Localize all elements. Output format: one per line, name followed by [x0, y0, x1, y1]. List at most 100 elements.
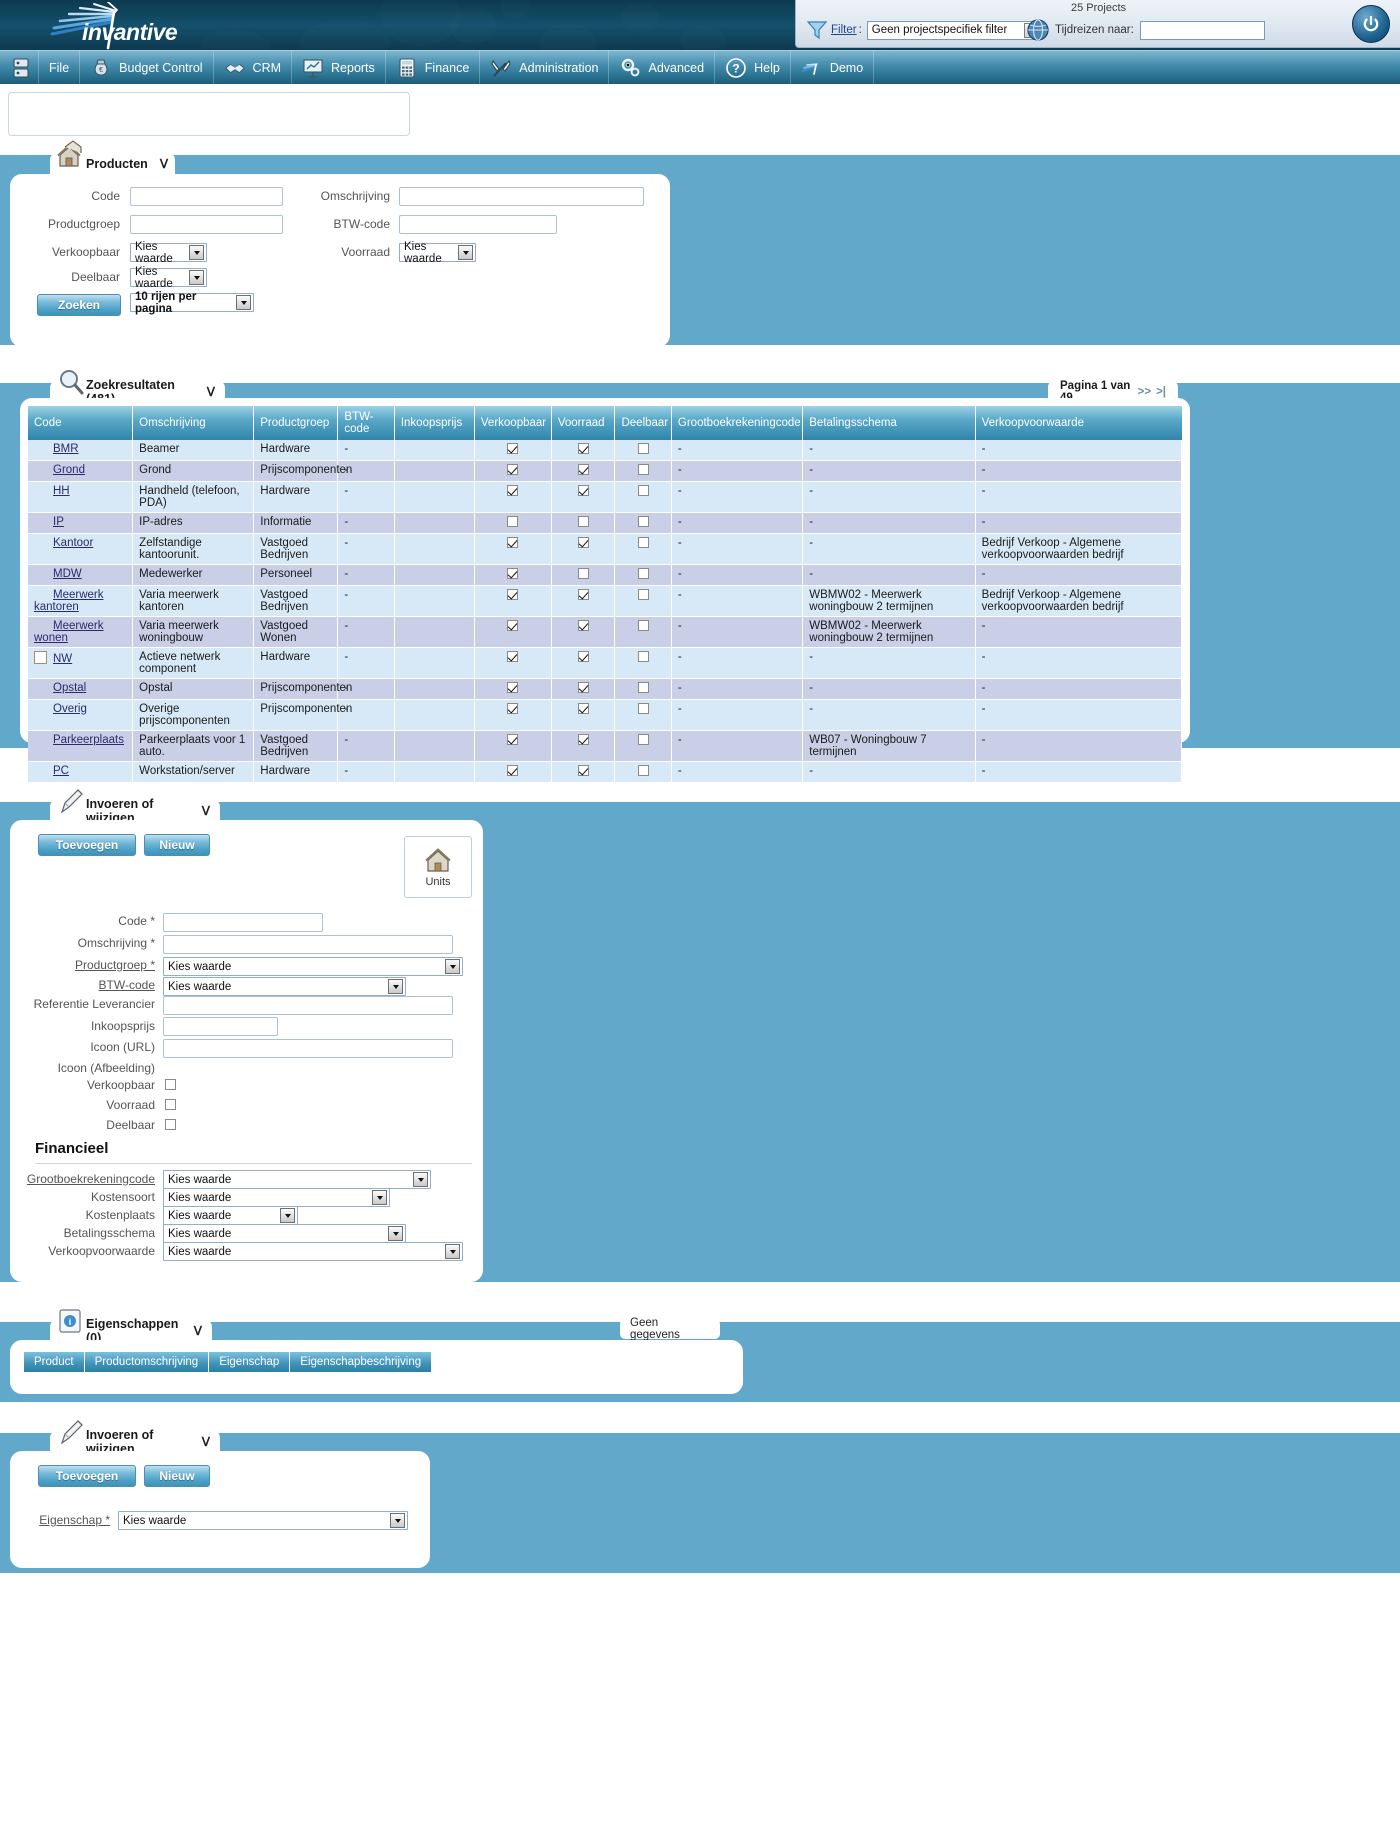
new-button[interactable]: Nieuw [144, 1465, 210, 1487]
code-link[interactable]: BMR [53, 443, 79, 455]
chevron-down-icon[interactable] [189, 270, 204, 285]
cell-code[interactable]: Kantoor [28, 533, 134, 565]
menu-item-help[interactable]: ? Help [715, 50, 791, 85]
chevron-up-icon[interactable]: ᐯ [207, 385, 215, 399]
code-link[interactable]: Opstal [53, 682, 86, 694]
column-header-deelbaar[interactable]: Deelbaar [614, 406, 672, 440]
table-row[interactable]: Grond Grond Prijscomponenten - - - - [28, 460, 1183, 482]
column-header-productgroep[interactable]: Productgroep [253, 406, 339, 440]
eigenschap-select[interactable]: Kies waarde [118, 1511, 408, 1530]
menu-item-home[interactable] [0, 50, 39, 85]
add-button[interactable]: Toevoegen [38, 834, 136, 856]
menu-item-budget-control[interactable]: € Budget Control [80, 50, 214, 85]
new-button[interactable]: Nieuw [144, 834, 210, 856]
chevron-down-icon[interactable] [458, 245, 473, 260]
cell-code[interactable]: Overig [28, 699, 134, 731]
btw-label[interactable]: BTW-code [10, 978, 155, 992]
icoon-url-input[interactable] [163, 1039, 453, 1058]
code-link[interactable]: Overig [53, 703, 87, 715]
code-link[interactable]: Grond [53, 464, 85, 476]
column-header-verkoopbaar[interactable]: Verkoopbaar [474, 406, 552, 440]
cell-code[interactable]: Meerwerk wonen [28, 616, 134, 648]
grootboek-label[interactable]: Grootboekrekeningcode [10, 1172, 155, 1186]
table-row[interactable]: PC Workstation/server Hardware - - - - [28, 761, 1183, 783]
menu-item-reports[interactable]: Reports [292, 50, 386, 85]
column-header-omschrijving[interactable]: Omschrijving [132, 406, 255, 440]
chevron-down-icon[interactable] [189, 245, 204, 260]
btw-select[interactable]: Kies waarde [163, 977, 406, 996]
verkoopbaar-select[interactable]: Kies waarde [130, 241, 207, 265]
chevron-down-icon[interactable] [445, 959, 460, 974]
menu-item-advanced[interactable]: Advanced [609, 50, 716, 85]
units-button[interactable]: Units [404, 836, 472, 898]
property-tab-eigenschap[interactable]: Eigenschap [209, 1352, 291, 1372]
project-filter-select[interactable]: Geen projectspecifiek filter [866, 20, 1042, 40]
filter-link[interactable]: Filter [831, 24, 857, 36]
code-input[interactable] [163, 913, 323, 932]
table-row[interactable]: IP IP-adres Informatie - - - - [28, 512, 1183, 534]
voorraad-select[interactable]: Kies waarde [399, 241, 476, 265]
table-row[interactable]: BMR Beamer Hardware - - - - [28, 440, 1183, 461]
productgroep-input[interactable] [130, 215, 283, 234]
table-row[interactable]: MDW Medewerker Personeel - - - - [28, 564, 1183, 586]
menu-item-crm[interactable]: CRM [214, 50, 293, 85]
code-link[interactable]: NW [53, 653, 72, 665]
grootboek-select[interactable]: Kies waarde [163, 1170, 431, 1189]
productgroep-label[interactable]: Productgroep * [10, 958, 155, 972]
table-row[interactable]: Meerwerk wonen Varia meerwerk woningbouw V… [28, 616, 1183, 648]
search-panel-tab[interactable]: Producten ᐯ [50, 140, 175, 176]
code-link[interactable]: Meerwerk kantoren [34, 589, 103, 613]
table-row[interactable]: Opstal Opstal Prijscomponenten - - - - [28, 678, 1183, 700]
column-header-grootboekrekeningcode[interactable]: Grootboekrekeningcode [671, 406, 804, 440]
chevron-down-icon[interactable] [445, 1244, 460, 1259]
chevron-up-icon[interactable]: ᐯ [194, 1324, 202, 1338]
deelbaar-select[interactable]: Kies waarde [130, 266, 207, 290]
chevron-up-icon[interactable]: ᐯ [202, 1435, 210, 1449]
cell-code[interactable]: HH [28, 481, 134, 513]
timetravel-input[interactable] [1139, 20, 1265, 40]
column-header-betalingsschema[interactable]: Betalingsschema [802, 406, 976, 440]
menu-item-administration[interactable]: Administration [480, 50, 610, 85]
table-row[interactable]: Overig Overige prijscomponenten Prijscompo… [28, 699, 1183, 731]
column-header-inkoopsprijs[interactable]: Inkoopsprijs [394, 406, 475, 440]
verkoopbaar-checkbox[interactable] [165, 1079, 176, 1090]
kostensoort-select[interactable]: Kies waarde [163, 1188, 390, 1207]
code-input[interactable] [130, 187, 283, 206]
property-tab-productomschrijving[interactable]: Productomschrijving [84, 1352, 210, 1372]
cell-code[interactable]: MDW [28, 564, 134, 586]
property-tab-product[interactable]: Product [24, 1352, 85, 1372]
verkoopvoorwaarde-select[interactable]: Kies waarde [163, 1242, 463, 1261]
code-link[interactable]: IP [53, 516, 64, 528]
cell-code[interactable]: NW [28, 647, 134, 679]
cell-code[interactable]: IP [28, 512, 134, 534]
chevron-down-icon[interactable] [236, 295, 251, 310]
cell-code[interactable]: Meerwerk kantoren [28, 585, 134, 617]
table-row[interactable]: Meerwerk kantoren Varia meerwerk kantoren… [28, 585, 1183, 617]
column-header-code[interactable]: Code [28, 406, 134, 440]
code-link[interactable]: Parkeerplaats [53, 734, 124, 746]
chevron-down-icon[interactable] [413, 1172, 428, 1187]
power-button[interactable] [1352, 5, 1390, 43]
table-row[interactable]: NW Actieve netwerk component Hardware - - - - [28, 647, 1183, 679]
pagination-next[interactable]: >> [1138, 386, 1151, 398]
eigenschap-label[interactable]: Eigenschap * [10, 1513, 110, 1527]
omschrijving-input[interactable] [399, 187, 644, 206]
chevron-down-icon[interactable] [388, 979, 403, 994]
omschrijving-input[interactable] [163, 935, 453, 954]
property-tab-eigenschapbeschrijving[interactable]: Eigenschapbeschrijving [290, 1352, 433, 1372]
cell-code[interactable]: PC [28, 761, 134, 783]
chevron-down-icon[interactable] [280, 1208, 295, 1223]
cell-code[interactable]: Opstal [28, 678, 134, 700]
code-link[interactable]: Meerwerk wonen [34, 620, 103, 644]
chevron-down-icon[interactable] [388, 1226, 403, 1241]
table-row[interactable]: Kantoor Zelfstandige kantoorunit. Vastgoed… [28, 533, 1183, 565]
table-row[interactable]: Parkeerplaats Parkeerplaats voor 1 auto. V… [28, 730, 1183, 762]
btw-input[interactable] [399, 215, 557, 234]
chevron-down-icon[interactable] [390, 1513, 405, 1528]
betalingsschema-select[interactable]: Kies waarde [163, 1224, 406, 1243]
add-button[interactable]: Toevoegen [38, 1465, 136, 1487]
pagination-last[interactable]: >| [1156, 386, 1166, 398]
deelbaar-checkbox[interactable] [165, 1119, 176, 1130]
voorraad-checkbox[interactable] [165, 1099, 176, 1110]
productgroep-select[interactable]: Kies waarde [163, 957, 463, 976]
